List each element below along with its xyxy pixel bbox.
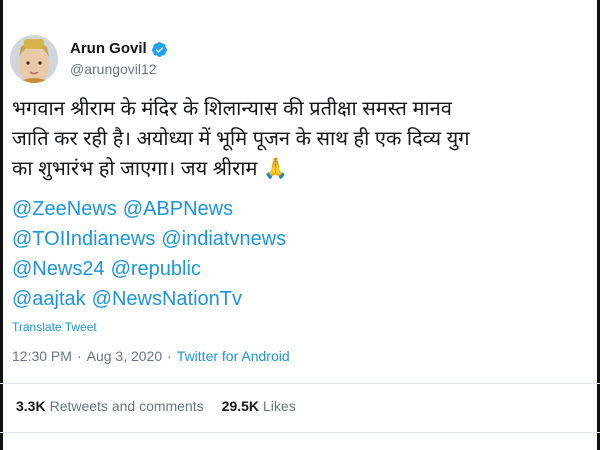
name-row: Arun Govil	[70, 39, 168, 59]
mention-link[interactable]: @News24	[12, 258, 105, 280]
meta-separator: ·	[76, 348, 82, 364]
tweet-text: भगवान श्रीराम के मंदिर के शिलान्यास की प…	[12, 94, 580, 184]
tweet-date[interactable]: Aug 3, 2020	[87, 348, 163, 364]
tweet-card: Arun Govil @arungovil12 भगवान श्रीराम के…	[0, 0, 600, 450]
mentions-block: @ZeeNews @ABPNews @TOIIndianews @indiatvne…	[12, 194, 292, 314]
likes-label: Likes	[263, 398, 296, 414]
tweet-text-line: भगवान श्रीराम के मंदिर के शिलान्यास की प…	[12, 98, 452, 120]
likes-count: 29.5K	[221, 398, 260, 414]
tweet-meta: 12:30 PM · Aug 3, 2020 · Twitter for And…	[12, 348, 290, 364]
mention-link[interactable]: @indiatvnews	[161, 228, 286, 250]
tweet-text-line: का शुभारंभ हो जाएगा। जय श्रीराम 🙏	[12, 158, 288, 180]
mention-row: @ZeeNews @ABPNews	[12, 194, 292, 224]
retweets-label: Retweets and comments	[49, 398, 204, 414]
mention-row: @News24 @republic	[12, 254, 292, 284]
tweet-header: Arun Govil @arungovil12	[10, 34, 168, 84]
mention-link[interactable]: @ABPNews	[123, 198, 233, 220]
mention-link[interactable]: @ZeeNews	[12, 198, 117, 220]
mention-row: @aajtak @NewsNationTv	[12, 284, 292, 314]
tweet-source-link[interactable]: Twitter for Android	[177, 348, 290, 364]
mention-link[interactable]: @TOIIndianews	[12, 228, 155, 250]
retweets-count: 3.3K	[16, 398, 46, 414]
tweet-stats: 3.3K Retweets and comments 29.5K Likes	[16, 398, 296, 414]
meta-separator: ·	[167, 348, 172, 364]
retweets-stat[interactable]: 3.3K Retweets and comments	[16, 398, 204, 414]
divider-top	[0, 383, 600, 384]
mention-link[interactable]: @NewsNationTv	[92, 288, 242, 310]
avatar[interactable]	[10, 35, 58, 83]
user-handle[interactable]: @arungovil12	[70, 59, 168, 79]
mention-link[interactable]: @aajtak	[12, 288, 86, 310]
tweet-text-line: जाति कर रही है। अयोध्या में भूमि पूजन के…	[12, 128, 470, 150]
verified-badge-icon	[151, 41, 167, 57]
tweet-time[interactable]: 12:30 PM	[12, 348, 72, 364]
likes-stat[interactable]: 29.5K Likes	[222, 398, 296, 414]
translate-tweet-link[interactable]: Translate Tweet	[12, 320, 97, 334]
mention-link[interactable]: @republic	[111, 258, 201, 280]
divider-bottom	[0, 432, 600, 433]
mention-row: @TOIIndianews @indiatvnews	[12, 224, 292, 254]
avatar-image	[10, 35, 58, 83]
display-name[interactable]: Arun Govil	[70, 39, 147, 59]
user-name-block: Arun Govil @arungovil12	[70, 39, 168, 79]
